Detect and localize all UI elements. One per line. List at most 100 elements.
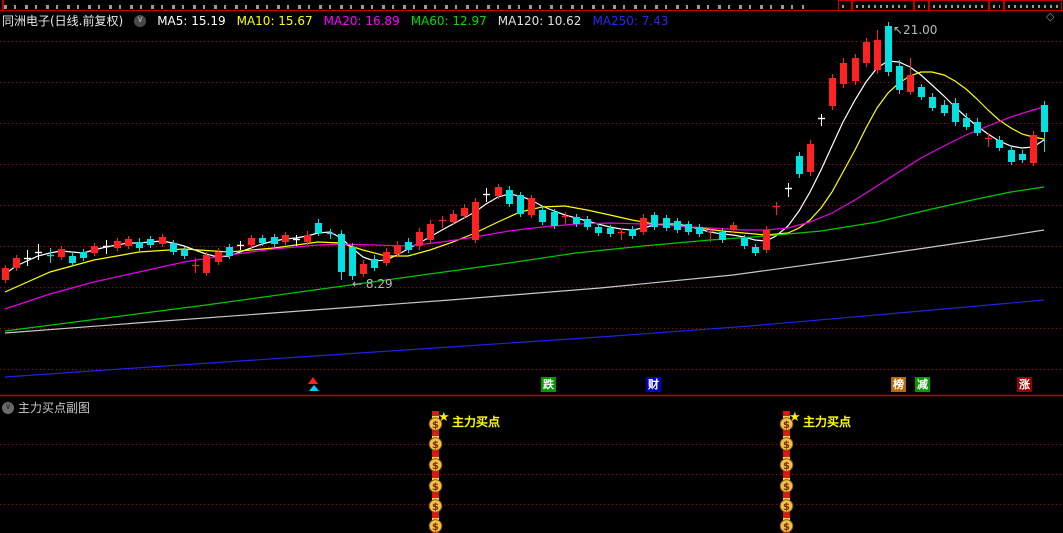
- candle-body: [952, 103, 959, 122]
- candle-body: [69, 256, 76, 263]
- price-annotation: ← 8.29: [352, 277, 393, 291]
- chevron-down-icon[interactable]: ∨: [2, 401, 14, 414]
- svg-text:$: $: [432, 522, 439, 533]
- candle-body: [58, 249, 65, 257]
- money-bag-icon: $: [779, 514, 794, 533]
- candle-body: [271, 237, 278, 244]
- money-bag-icon: $: [779, 453, 794, 472]
- candle-body: [506, 190, 513, 204]
- svg-text:$: $: [783, 482, 790, 493]
- candle-body: [807, 144, 814, 172]
- candle-body: [941, 105, 948, 113]
- candle-body: [405, 242, 412, 250]
- candle-body: [215, 252, 222, 262]
- diamond-icon[interactable]: ◇: [1046, 11, 1054, 22]
- candle-body: [114, 241, 121, 248]
- candle-body: [551, 212, 558, 226]
- candle-body: [573, 217, 580, 224]
- candle-body: [896, 66, 903, 90]
- candle-body: [416, 232, 423, 246]
- ma-line-ma10: [4, 71, 1045, 293]
- candle-body: [427, 224, 434, 240]
- ma-line-ma20: [4, 106, 1045, 310]
- ma-line-ma60: [4, 186, 1045, 332]
- candle-body: [918, 87, 925, 97]
- candle-body: [147, 239, 154, 245]
- candle-body: [371, 259, 378, 268]
- svg-text:$: $: [432, 461, 439, 472]
- candle-body: [685, 224, 692, 232]
- candle-body: [1041, 105, 1048, 132]
- svg-text:$: $: [783, 502, 790, 513]
- candle-body: [528, 198, 535, 215]
- candle-body: [360, 264, 367, 274]
- svg-text:$: $: [432, 482, 439, 493]
- candle-body: [885, 26, 892, 72]
- subchart-title: 主力买点副图: [18, 401, 91, 415]
- svg-text:$: $: [783, 420, 790, 431]
- strip-badge[interactable]: 财: [646, 377, 661, 392]
- candle-body: [852, 58, 859, 81]
- candle-body: [304, 235, 311, 242]
- candle-body: [752, 247, 759, 253]
- candle-body: [517, 195, 524, 214]
- candle-body: [719, 232, 726, 240]
- strip-badge[interactable]: 减: [915, 377, 930, 392]
- subchart-header: ∨ 主力买点副图: [2, 399, 90, 416]
- money-bag-icon: $: [779, 432, 794, 451]
- candle-body: [349, 247, 356, 276]
- candle-body: [203, 255, 210, 273]
- candle-body: [248, 238, 255, 245]
- candlestick-chart[interactable]: [0, 0, 1063, 533]
- svg-text:$: $: [783, 440, 790, 451]
- money-bag-icon: $: [428, 412, 443, 431]
- candle-body: [651, 215, 658, 227]
- candle-body: [1030, 135, 1037, 163]
- strip-badge[interactable]: 跌: [541, 377, 556, 392]
- candle-body: [181, 250, 188, 256]
- candle-body: [1019, 154, 1026, 160]
- candle-body: [863, 42, 870, 63]
- candle-body: [259, 238, 266, 243]
- app-window: 同洲电子(日线.前复权) ∨ MA5: 15.19 MA10: 15.67 MA20…: [0, 0, 1063, 533]
- svg-text:$: $: [432, 440, 439, 451]
- candle-body: [640, 218, 647, 232]
- candle-body: [159, 237, 166, 244]
- money-bag-icon: $: [428, 453, 443, 472]
- candle-body: [829, 78, 836, 106]
- candle-body: [674, 221, 681, 230]
- price-annotation: ↖21.00: [893, 23, 938, 37]
- candle-body: [539, 210, 546, 222]
- money-bag-icon: $: [428, 514, 443, 533]
- candle-body: [874, 40, 881, 70]
- money-bag-icon: $: [428, 474, 443, 493]
- candle-body: [315, 223, 322, 233]
- candle-body: [394, 245, 401, 254]
- candle-body: [226, 247, 233, 256]
- candle-body: [461, 208, 468, 216]
- candle-body: [963, 118, 970, 127]
- candle-body: [170, 243, 177, 252]
- candle-body: [136, 242, 143, 248]
- candle-body: [796, 156, 803, 174]
- candle-body: [80, 252, 87, 258]
- candle-body: [607, 228, 614, 234]
- money-bag-icon: $: [428, 432, 443, 451]
- strip-badge[interactable]: 涨: [1017, 377, 1032, 392]
- candle-body: [472, 202, 479, 240]
- candle-body: [595, 227, 602, 233]
- buy-signal-label: 主力买点: [803, 415, 852, 429]
- candle-body: [840, 63, 847, 84]
- candle-body: [338, 234, 345, 272]
- candle-body: [974, 122, 981, 133]
- candle-body: [929, 97, 936, 108]
- candle-body: [450, 214, 457, 222]
- money-bag-icon: $: [779, 494, 794, 513]
- candle-body: [584, 219, 591, 227]
- candle-body: [282, 235, 289, 242]
- candle-body: [495, 187, 502, 196]
- ma-line-ma120: [4, 229, 1045, 334]
- strip-badge[interactable]: 榜: [891, 377, 906, 392]
- candle-body: [1008, 150, 1015, 162]
- candle-body: [741, 238, 748, 246]
